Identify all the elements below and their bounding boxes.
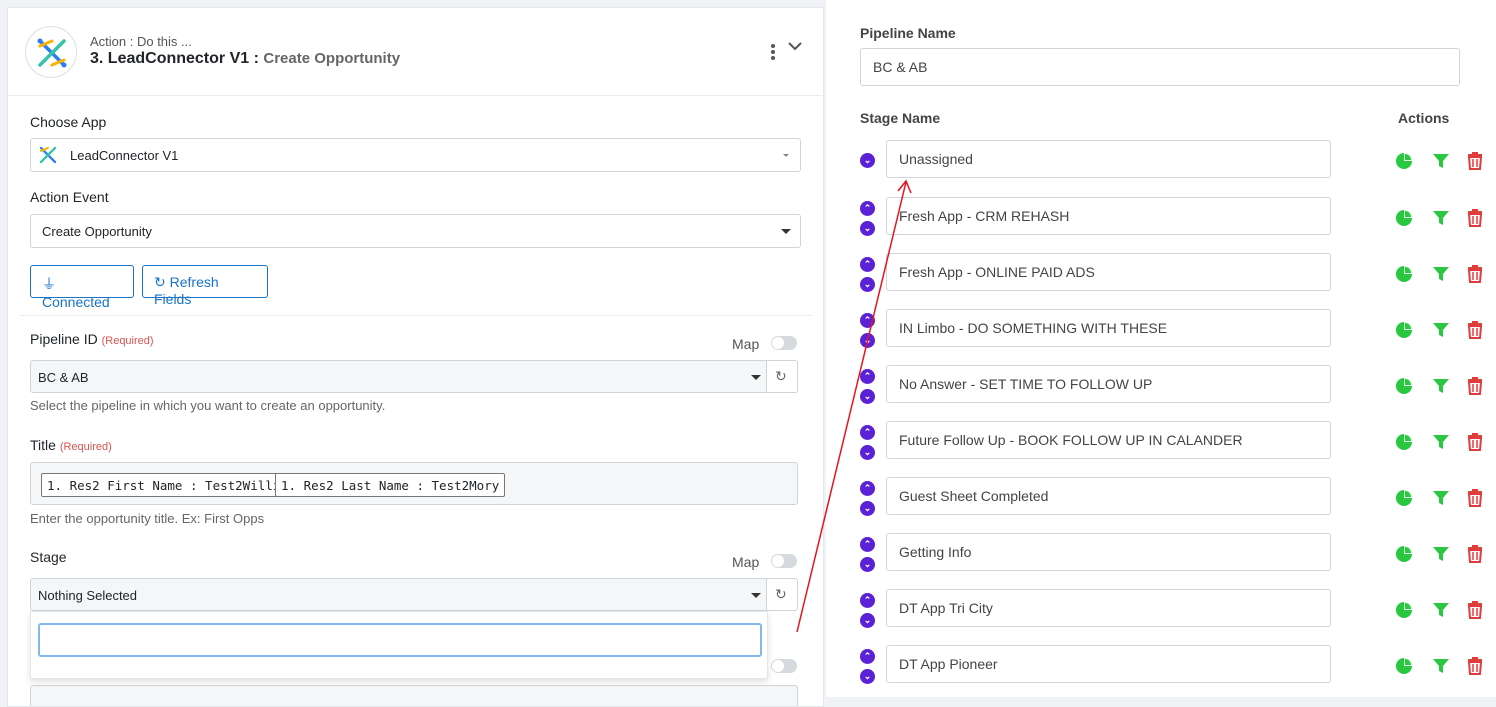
annotation-arrow xyxy=(796,179,912,633)
